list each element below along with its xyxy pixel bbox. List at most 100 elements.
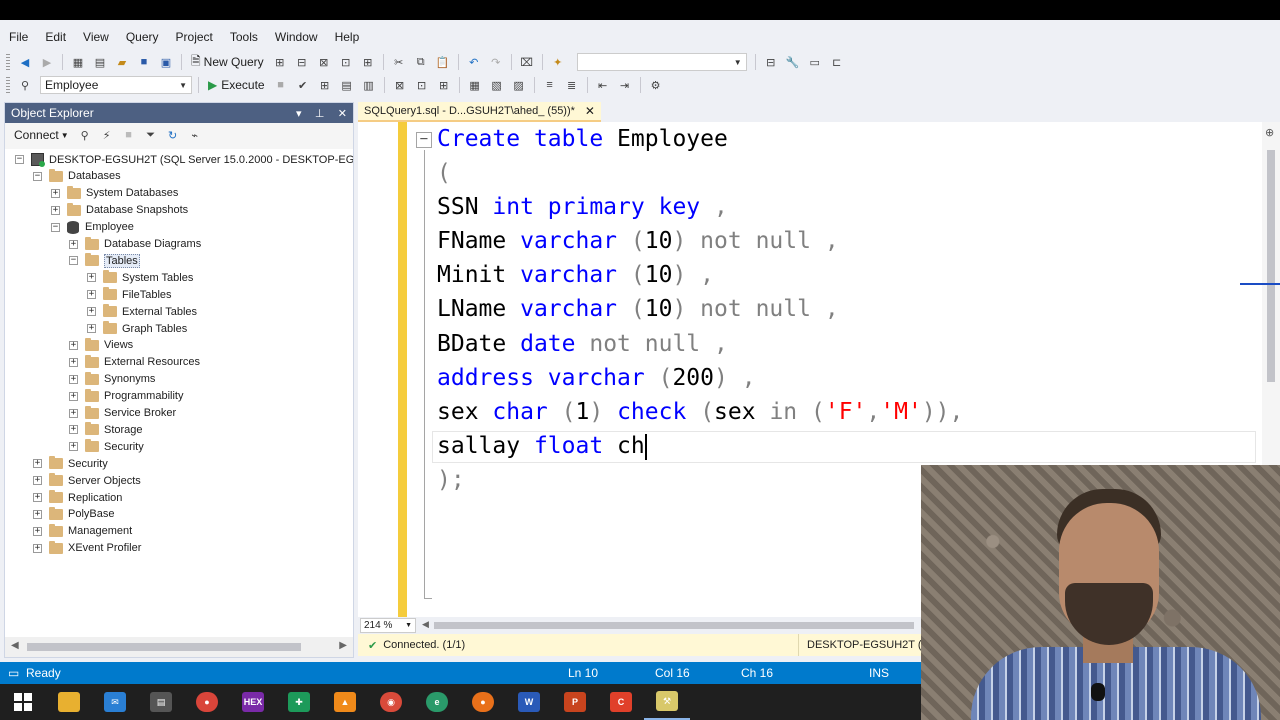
object-explorer-hscroll[interactable]: ◀ ▶ (5, 637, 353, 657)
mdx-query-icon[interactable]: ⊟ (293, 52, 311, 72)
expand-icon[interactable]: + (69, 425, 78, 435)
dax-query-icon[interactable]: ⊞ (359, 52, 377, 72)
add-item-icon[interactable]: ▤ (91, 52, 109, 72)
tree-node[interactable]: − Employee (51, 219, 134, 236)
expand-icon[interactable]: + (69, 340, 78, 350)
menu-help[interactable]: Help (326, 28, 368, 48)
toolbar-grip[interactable] (6, 54, 10, 70)
close-icon[interactable]: ✕ (585, 104, 595, 118)
save-all-icon[interactable]: ▣ (157, 52, 175, 72)
expand-icon[interactable]: + (69, 442, 78, 452)
connect-plug-icon[interactable]: ⚲ (76, 125, 94, 145)
tree-node[interactable]: + Replication (33, 489, 122, 506)
toolbox-icon[interactable]: ▭ (806, 52, 824, 72)
tree-node[interactable]: + Storage (69, 421, 143, 438)
tree-node[interactable]: + Database Snapshots (51, 202, 188, 219)
expand-icon[interactable]: + (33, 509, 42, 519)
expand-icon[interactable]: + (69, 357, 78, 367)
cut-icon[interactable]: ✂ (390, 52, 408, 72)
edge-icon[interactable]: e (414, 684, 460, 720)
connect-button[interactable]: Connect ▼ (11, 125, 72, 145)
word-icon[interactable]: W (506, 684, 552, 720)
uncomment-icon[interactable]: ≣ (563, 75, 581, 95)
menu-tools[interactable]: Tools (221, 28, 266, 48)
green-app-icon[interactable]: ✚ (276, 684, 322, 720)
code-line[interactable]: address varchar (200) , (437, 361, 756, 395)
collapse-icon[interactable]: − (15, 155, 24, 164)
tree-node[interactable]: + Programmability (69, 388, 183, 405)
split-icon[interactable]: ⊕ (1265, 126, 1274, 139)
code-line[interactable]: ( (437, 156, 451, 190)
code-line[interactable]: sallay float ch (437, 429, 647, 463)
find-icon[interactable]: ✦ (549, 52, 567, 72)
menu-edit[interactable]: Edit (36, 28, 74, 48)
tree-node[interactable]: + FileTables (87, 286, 172, 303)
expand-icon[interactable]: + (69, 391, 78, 401)
properties-icon[interactable]: 🔧 (784, 52, 802, 72)
editor-hscroll-thumb[interactable] (434, 622, 914, 629)
expand-icon[interactable]: + (33, 459, 42, 469)
code-line[interactable]: Minit varchar (10) , (437, 258, 714, 292)
expand-icon[interactable]: + (33, 476, 42, 486)
tree-node[interactable]: + Security (33, 455, 108, 472)
menu-view[interactable]: View (74, 28, 117, 48)
code-line[interactable]: SSN int primary key , (437, 190, 728, 224)
filter-icon[interactable]: ⏷ (142, 125, 160, 145)
collapse-icon[interactable]: − (69, 256, 78, 266)
live-stats-icon[interactable]: ⊡ (413, 75, 431, 95)
comment-icon[interactable]: ≡ (541, 75, 559, 95)
tree-node[interactable]: + Views (69, 337, 133, 354)
red-app-icon[interactable]: C (598, 684, 644, 720)
expand-icon[interactable]: + (69, 374, 78, 384)
activity-monitor-icon[interactable]: ⌧ (518, 52, 536, 72)
db-engine-query-icon[interactable]: ⊞ (271, 52, 289, 72)
tree-node[interactable]: + System Tables (87, 269, 193, 286)
tree-node[interactable]: + Graph Tables (87, 320, 187, 337)
powerpoint-icon[interactable]: P (552, 684, 598, 720)
results-text-icon[interactable]: ▨ (510, 75, 528, 95)
expand-icon[interactable]: + (33, 493, 42, 502)
undo-icon[interactable]: ↶ (465, 52, 483, 72)
dmx-query-icon[interactable]: ⊠ (315, 52, 333, 72)
tree-node[interactable]: − Tables (69, 252, 140, 269)
code-line[interactable]: LName varchar (10) not null , (437, 292, 839, 326)
close-icon[interactable]: ✕ (338, 108, 347, 120)
code-line[interactable]: ); (437, 463, 465, 497)
tree-node[interactable]: + External Tables (87, 303, 197, 320)
new-project-icon[interactable]: ▦ (69, 52, 87, 72)
xmla-query-icon[interactable]: ⊡ (337, 52, 355, 72)
display-plan-icon[interactable]: ⊞ (316, 75, 334, 95)
scroll-right-icon[interactable]: ▶ (339, 640, 347, 651)
menu-file[interactable]: File (0, 28, 36, 48)
file-explorer-icon[interactable] (46, 684, 92, 720)
tree-node[interactable]: + Security (69, 438, 144, 455)
expand-icon[interactable]: + (87, 307, 96, 317)
results-grid-icon[interactable]: ▦ (466, 75, 484, 95)
collapse-icon[interactable]: − (51, 222, 60, 232)
mail-icon[interactable]: ✉ (92, 684, 138, 720)
ssms-icon[interactable]: ⚒ (644, 684, 690, 720)
tree-node[interactable]: + PolyBase (33, 506, 114, 523)
expand-icon[interactable]: + (87, 324, 96, 333)
tree-node[interactable]: + Synonyms (69, 371, 155, 388)
paste-icon[interactable]: 📋 (434, 52, 452, 72)
results-file-icon[interactable]: ▧ (488, 75, 506, 95)
redo-icon[interactable]: ↷ (487, 52, 505, 72)
tree-node[interactable]: − DESKTOP-EGSUH2T (SQL Server 15.0.2000 -… (15, 151, 353, 168)
toolbar-grip[interactable] (6, 77, 10, 93)
scroll-left-icon[interactable]: ◀ (422, 619, 429, 630)
tree-node[interactable]: + Service Broker (69, 405, 176, 422)
specify-values-icon[interactable]: ⚙ (647, 75, 665, 95)
expand-icon[interactable]: + (33, 543, 42, 553)
save-icon[interactable]: ■ (135, 52, 153, 72)
tab-sqlquery1[interactable]: SQLQuery1.sql - D...GSUH2T\ahed_ (55))* … (358, 102, 601, 122)
code-line[interactable]: BDate date not null , (437, 327, 728, 361)
pin-icon[interactable]: ⊥ (315, 108, 325, 120)
expand-icon[interactable]: + (33, 526, 42, 536)
menu-project[interactable]: Project (167, 28, 221, 48)
query-designer-icon[interactable]: ▤ (338, 75, 356, 95)
parse-icon[interactable]: ✔ (294, 75, 312, 95)
solution-explorer-icon[interactable]: ⊟ (762, 52, 780, 72)
back-icon[interactable]: ◀ (16, 52, 34, 72)
windows-start-icon[interactable] (0, 684, 46, 720)
